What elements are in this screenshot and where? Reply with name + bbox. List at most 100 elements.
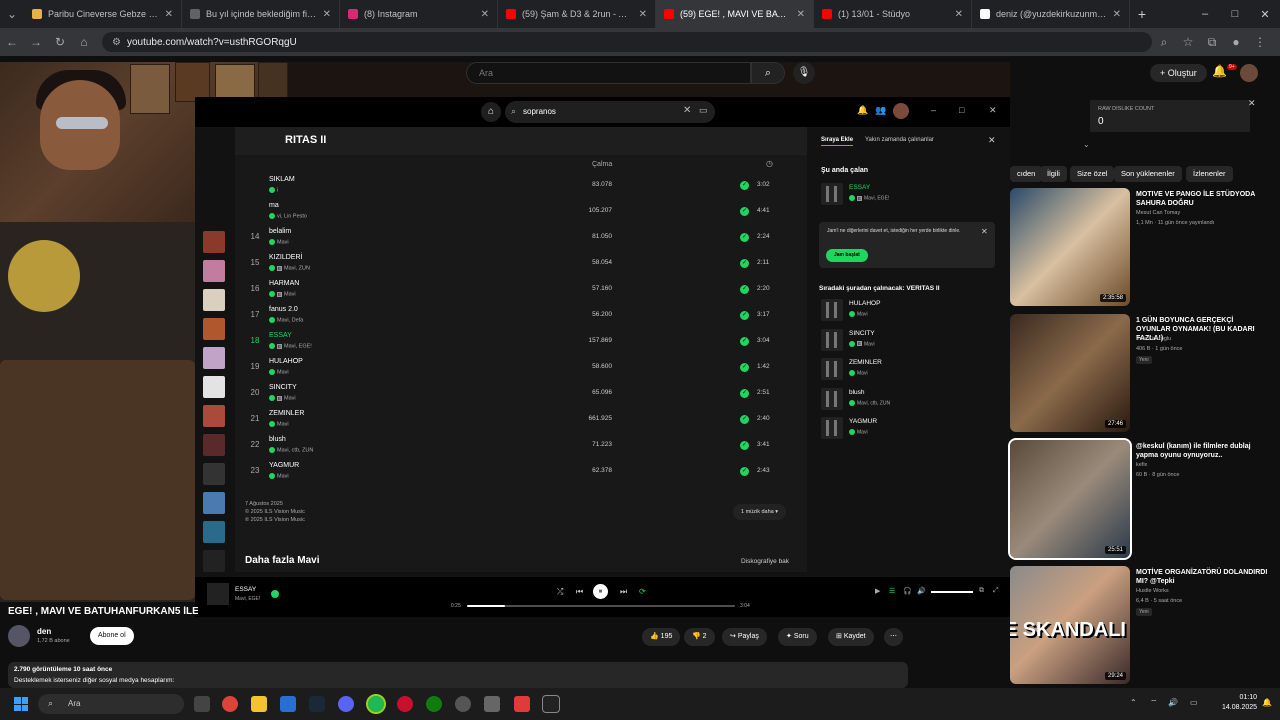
maximize-icon[interactable]: □ bbox=[1220, 8, 1250, 20]
recommended-video[interactable]: 25:51 @keskul (kanım) ile filmlere dublaj… bbox=[1008, 438, 1280, 560]
library-playlist-cover[interactable] bbox=[203, 521, 225, 543]
track-artists-text[interactable]: Mavi bbox=[277, 421, 289, 427]
queue-item[interactable]: ZEMINLER Mavi bbox=[821, 356, 1011, 382]
in-library-check-icon[interactable]: ✓ bbox=[740, 311, 749, 320]
spotify-bell-icon[interactable]: 🔔 bbox=[857, 105, 868, 116]
store-icon[interactable] bbox=[280, 696, 296, 712]
track-row[interactable]: 17 fanus 2.0 Mavi, Defa 56.200 ✓ 3:17 bbox=[235, 303, 807, 329]
video-channel[interactable]: Mesut Can Tomay bbox=[1136, 210, 1180, 216]
browser-tab[interactable]: deniz (@yuzdekirkuzunmetro) ✕ bbox=[972, 0, 1130, 28]
track-name[interactable]: belalim bbox=[269, 228, 291, 235]
in-library-check-icon[interactable]: ✓ bbox=[740, 259, 749, 268]
stats-close-icon[interactable]: ✕ bbox=[1248, 98, 1256, 109]
tray-chevron-icon[interactable]: ⌃ bbox=[1130, 698, 1137, 707]
fullscreen-icon[interactable]: ⤢ bbox=[993, 587, 999, 595]
track-artists-text[interactable]: Mavi bbox=[277, 473, 289, 479]
volume-icon[interactable]: 🔊 bbox=[917, 587, 926, 595]
in-library-check-icon[interactable]: ✓ bbox=[740, 389, 749, 398]
taskbar-clock[interactable]: 01:10 14.08.2025 bbox=[1222, 693, 1257, 713]
battery-icon[interactable]: ▭ bbox=[1190, 698, 1198, 707]
spotify-home-icon[interactable]: ⌂ bbox=[481, 102, 501, 122]
recommended-video[interactable]: 27:46 1 GÜN BOYUNCA GERÇEKÇİ OYUNLAR OYNA… bbox=[1010, 314, 1280, 434]
repeat-icon[interactable]: ⟳ bbox=[639, 587, 646, 596]
tab-close-icon[interactable]: ✕ bbox=[481, 9, 489, 20]
library-playlist-cover[interactable] bbox=[203, 550, 225, 572]
file-explorer-icon[interactable] bbox=[251, 696, 267, 712]
filter-chip[interactable]: Son yüklenenler bbox=[1114, 166, 1182, 182]
save-button[interactable]: ⊞ Kaydet bbox=[828, 628, 874, 646]
profile-icon[interactable]: ● bbox=[1224, 35, 1248, 49]
queue-item[interactable]: HULAHOP Mavi bbox=[821, 297, 1011, 323]
video-thumbnail[interactable]: 27:46 bbox=[1010, 314, 1130, 432]
tab-close-icon[interactable]: ✕ bbox=[639, 9, 647, 20]
library-playlist-cover[interactable] bbox=[203, 434, 225, 456]
xbox-icon[interactable] bbox=[426, 696, 442, 712]
track-artists-text[interactable]: Mavi bbox=[284, 291, 296, 297]
video-thumbnail[interactable]: TURNE SKANDALI 29:24 bbox=[1010, 566, 1130, 684]
stats-expand-icon[interactable]: ⌄ bbox=[1083, 140, 1090, 149]
recommended-video[interactable]: 2:35:58 MOTIVE VE PANGO İLE STÜDYODA SAHU… bbox=[1010, 188, 1280, 308]
track-name[interactable]: ma bbox=[269, 202, 279, 209]
extensions-icon[interactable]: ⧉ bbox=[1200, 35, 1224, 50]
more-actions-icon[interactable]: ⋯ bbox=[884, 628, 903, 646]
taskbar-search[interactable]: ⌕ Ara bbox=[38, 694, 184, 714]
track-name[interactable]: fanus 2.0 bbox=[269, 306, 298, 313]
spotify-minimize-icon[interactable]: – bbox=[931, 105, 936, 115]
track-row[interactable]: 22 blush Mavi, ctb, ZUN 71.223 ✓ 3:41 bbox=[235, 433, 807, 459]
library-playlist-cover[interactable] bbox=[203, 492, 225, 514]
filter-chip[interactable]: İlgili bbox=[1040, 166, 1067, 182]
spotify-icon[interactable] bbox=[366, 694, 386, 714]
tab-close-icon[interactable]: ✕ bbox=[323, 9, 331, 20]
track-row[interactable]: 20 SINCITY E Mavi 65.096 ✓ 2:51 bbox=[235, 381, 807, 407]
now-playing-item[interactable]: ESSAY E Mavi, EGE! bbox=[821, 181, 1011, 207]
track-artists-text[interactable]: Mavi, EGE! bbox=[284, 343, 312, 349]
tab-recently-played[interactable]: Yakın zamanda çalınanlar bbox=[865, 137, 934, 143]
close-window-icon[interactable]: ✕ bbox=[1250, 8, 1280, 21]
subscribe-button[interactable]: Abone ol bbox=[90, 627, 134, 645]
recommended-video[interactable]: TURNE SKANDALI 29:24 MOTİVE ORGANİZATÖRÜ D… bbox=[1010, 566, 1280, 686]
app-icon[interactable] bbox=[455, 696, 471, 712]
description-box[interactable]: 2.790 görüntüleme 10 saat önce Desteklem… bbox=[8, 662, 908, 688]
tab-close-icon[interactable]: ✕ bbox=[955, 9, 963, 20]
in-library-check-icon[interactable]: ✓ bbox=[740, 415, 749, 424]
mic-icon[interactable]: 🎙 bbox=[793, 62, 815, 84]
queue-item[interactable]: blush Mavi, ctb, ZUN bbox=[821, 386, 1011, 412]
video-title[interactable]: MOTIVE VE PANGO İLE STÜDYODA SAHURA DOĞR… bbox=[1136, 190, 1268, 208]
video-channel[interactable]: Enis Kirazoglu bbox=[1136, 336, 1171, 342]
speaker-icon[interactable]: 🔊 bbox=[1168, 698, 1178, 707]
reload-icon[interactable]: ↻ bbox=[48, 35, 72, 49]
in-library-check-icon[interactable]: ✓ bbox=[740, 181, 749, 190]
discography-link[interactable]: Diskografiye bak bbox=[741, 558, 789, 565]
menu-icon[interactable]: ⋮ bbox=[1248, 35, 1272, 49]
new-tab-button[interactable]: + bbox=[1130, 6, 1154, 22]
track-name[interactable]: KIZILDERİ bbox=[269, 254, 302, 261]
track-artists-text[interactable]: Mavi, ctb, ZUN bbox=[277, 447, 313, 453]
track-artists-text[interactable]: i bbox=[277, 187, 278, 193]
in-library-check-icon[interactable]: ✓ bbox=[740, 363, 749, 372]
in-library-check-icon[interactable]: ✓ bbox=[740, 233, 749, 242]
library-playlist-cover[interactable] bbox=[203, 347, 225, 369]
connect-device-icon[interactable]: 🎧 bbox=[903, 587, 912, 595]
track-row[interactable]: SIKLAM i 83.078 ✓ 3:02 bbox=[235, 173, 807, 199]
in-library-check-icon[interactable]: ✓ bbox=[740, 441, 749, 450]
task-view-icon[interactable] bbox=[194, 696, 210, 712]
ask-button[interactable]: ✦ Soru bbox=[778, 628, 817, 646]
track-name[interactable]: YAGMUR bbox=[269, 462, 299, 469]
library-playlist-cover[interactable] bbox=[203, 376, 225, 398]
in-library-check-icon[interactable]: ✓ bbox=[740, 285, 749, 294]
forward-icon[interactable]: → bbox=[24, 35, 48, 49]
track-name[interactable]: ESSAY bbox=[269, 332, 292, 339]
video-thumbnail[interactable]: 2:35:58 bbox=[1010, 188, 1130, 306]
zoom-icon[interactable]: ⌕ bbox=[1152, 35, 1176, 50]
player-track-artists[interactable]: Mavi, EGE! bbox=[235, 596, 260, 602]
track-artists-text[interactable]: Mavi bbox=[277, 369, 289, 375]
app-icon[interactable] bbox=[514, 696, 530, 712]
share-button[interactable]: ↪ Paylaş bbox=[722, 628, 767, 646]
video-thumbnail[interactable]: 25:51 bbox=[1008, 438, 1132, 560]
track-row[interactable]: 23 YAGMUR Mavi 62.378 ✓ 2:43 bbox=[235, 459, 807, 485]
track-artists-text[interactable]: Mavi bbox=[284, 395, 296, 401]
spotify-avatar[interactable] bbox=[893, 103, 909, 119]
now-playing-view-icon[interactable]: ▶ bbox=[875, 587, 880, 595]
more-songs-button[interactable]: 1 müzik daha ▾ bbox=[733, 504, 787, 520]
home-icon[interactable]: ⌂ bbox=[72, 35, 96, 49]
